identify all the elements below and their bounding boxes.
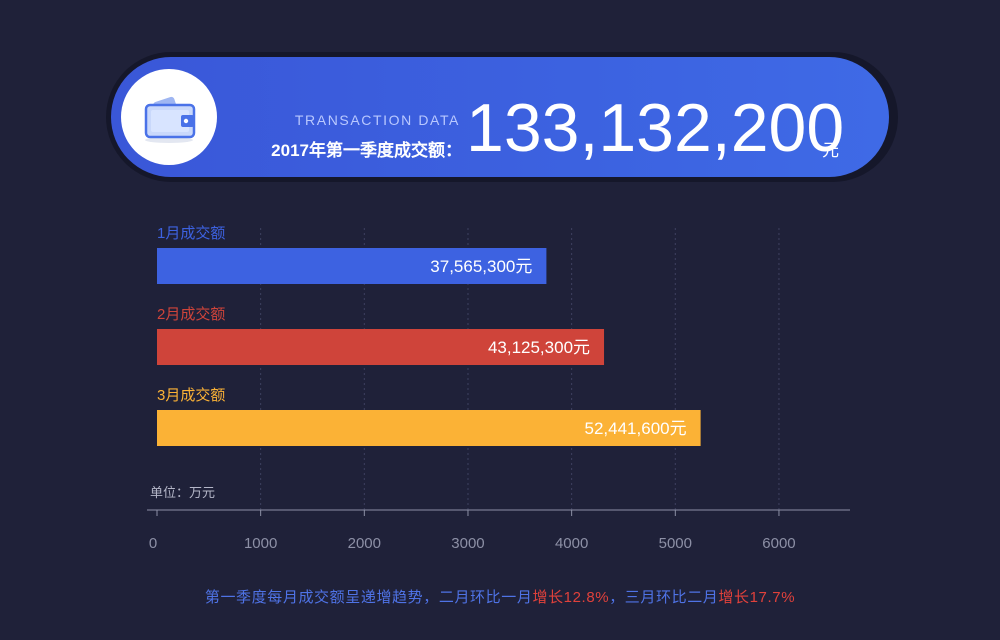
summary-caption: 第一季度每月成交额呈递增趋势，二月环比一月增长12.8%，三月环比二月增长17.…	[0, 586, 1000, 607]
x-tick-label-5000: 5000	[659, 535, 692, 552]
x-tick-label-0: 0	[149, 535, 157, 552]
x-tick-label-4000: 4000	[555, 535, 588, 552]
bar-value-label-1: 37,565,300元	[430, 257, 532, 276]
caption-highlight-2: 增长17.7%	[718, 589, 796, 606]
unit-label: 单位：万元	[150, 485, 215, 500]
category-label-3: 3月成交额	[157, 386, 225, 404]
caption-text-2: ，三月环比二月	[609, 589, 719, 606]
caption-text-1: 第一季度每月成交额呈递增趋势，二月环比一月	[204, 589, 533, 606]
bar-value-label-2: 43,125,300元	[488, 338, 590, 357]
category-label-1: 1月成交额	[157, 224, 225, 242]
monthly-bar-chart: 0 1000 2000 3000 4000 5000 6000 单位：万元 1月成交额 37,56…	[147, 224, 850, 552]
x-tick-label-2000: 2000	[348, 535, 381, 552]
caption-highlight-1: 增长12.8%	[532, 589, 610, 606]
bar-value-label-3: 52,441,600元	[585, 419, 687, 438]
x-tick-label-6000: 6000	[762, 535, 795, 552]
category-label-2: 2月成交额	[157, 305, 225, 323]
x-tick-label-3000: 3000	[451, 535, 484, 552]
x-tick-label-1000: 1000	[244, 535, 277, 552]
